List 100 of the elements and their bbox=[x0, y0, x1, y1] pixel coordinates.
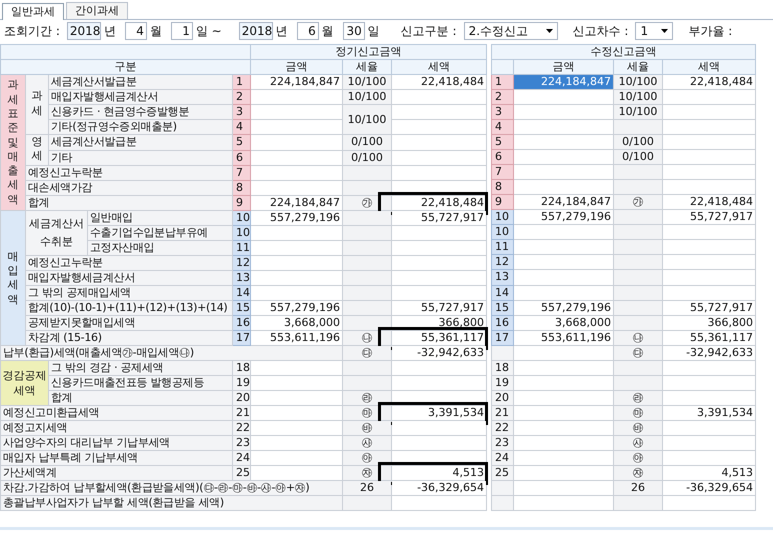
row-number: 21 bbox=[492, 405, 514, 420]
amount-cell: 557,279,196 bbox=[250, 210, 342, 226]
caret-icon bbox=[661, 29, 668, 33]
rate-cell: 10/100 bbox=[614, 74, 663, 90]
report-sequence-dropdown[interactable]: 1 bbox=[635, 22, 674, 40]
row-label: 예정고지세액 bbox=[0, 420, 232, 436]
report-type-label: 신고구분 : bbox=[400, 22, 457, 40]
rate-cell: ㉱ bbox=[614, 390, 663, 406]
input-field[interactable]: 30 bbox=[342, 22, 365, 40]
row-number: 10 bbox=[492, 224, 514, 240]
row-number: 16 bbox=[492, 315, 514, 330]
row-label: 기타 bbox=[48, 150, 232, 166]
column-header: 금액 bbox=[250, 60, 342, 74]
row-number: 2 bbox=[492, 90, 514, 105]
input-field[interactable]: 1 bbox=[170, 22, 193, 40]
tax-cell: 366,800 bbox=[662, 315, 756, 330]
section-label: 경감공제세액 bbox=[0, 360, 48, 406]
rate-cell: ㉰ bbox=[614, 345, 663, 360]
tax-cell: 22,418,484 bbox=[392, 74, 487, 90]
row-label: 차감계 (15-16) bbox=[26, 330, 232, 346]
tax-cell: 4,513 bbox=[662, 465, 756, 480]
tab[interactable]: 간이과세 bbox=[66, 2, 128, 19]
amount-cell: 224,184,847 bbox=[250, 196, 342, 211]
input-field[interactable]: 2018 bbox=[238, 22, 273, 40]
amount-cell[interactable]: 557,279,196 bbox=[514, 210, 614, 225]
row-label: 공제받지못할매입세액 bbox=[26, 316, 232, 331]
row-number: 13 bbox=[492, 270, 514, 285]
row-number: 24 bbox=[492, 450, 514, 466]
row-label: 총괄납부사업자가 납부할 세액(환급받을 세액) bbox=[0, 496, 342, 511]
tax-cell: 22,418,484 bbox=[662, 74, 756, 90]
row-number: 3 bbox=[492, 104, 514, 120]
amount-cell: 553,611,196 bbox=[250, 330, 342, 346]
row-label: 대손세액가감 bbox=[26, 180, 232, 196]
row-number: 15 bbox=[492, 300, 514, 316]
unit-label: 일 ~ bbox=[196, 22, 222, 40]
row-number: 4 bbox=[492, 120, 514, 135]
rate-cell: 10/100 bbox=[614, 90, 663, 105]
unit-label: 월 bbox=[322, 22, 334, 40]
row-label: 매입자발행세금계산서 bbox=[48, 90, 232, 104]
column-header: 금액 bbox=[514, 60, 614, 75]
rate-cell: 10/100 bbox=[614, 104, 663, 120]
rate-cell: 26 bbox=[614, 480, 663, 496]
row-number: 12 bbox=[492, 254, 514, 270]
rate-cell: 0/100 bbox=[342, 150, 392, 166]
row-number: 22 bbox=[492, 420, 514, 436]
row-number: 14 bbox=[492, 285, 514, 300]
row-label: 수출기업수입분납부유예 bbox=[88, 226, 232, 241]
amount-cell[interactable]: 553,611,196 bbox=[514, 330, 614, 346]
column-header: 세율 bbox=[342, 60, 392, 74]
unit-label: 일 bbox=[368, 22, 380, 40]
section-label: 과세표준및매출세액 bbox=[0, 74, 26, 211]
row-label: 그 밖의 경감 · 공제세액 bbox=[48, 360, 232, 376]
amount-cell[interactable]: 3,668,000 bbox=[514, 315, 614, 330]
amount-cell[interactable]: 224,184,847 bbox=[514, 74, 614, 90]
rate-cell: 0/100 bbox=[342, 134, 392, 150]
row-label: 매입자 납부특례 기납부세액 bbox=[0, 450, 232, 466]
input-field[interactable]: 2018 bbox=[66, 22, 101, 40]
row-label: 차감.가감하여 납부할세액(환급받을세액)(㉰-㉱-㉲-㉳-㉴-㉵+㉶) bbox=[0, 480, 342, 496]
row-number: 25 bbox=[492, 465, 514, 480]
row-label: 신용카드 · 현금영수증발행분 bbox=[48, 104, 232, 120]
input-field[interactable]: 6 bbox=[296, 22, 319, 40]
row-label: 기타(정규영수증외매출분) bbox=[48, 120, 232, 134]
rate-cell: 10/100 bbox=[342, 74, 392, 90]
row-label: 합계(10)-(10-1)+(11)+(12)+(13)+(14) bbox=[26, 300, 232, 316]
row-number: 17 bbox=[492, 330, 514, 346]
rate-cell: ㉳ bbox=[614, 420, 663, 436]
row-number: 10 bbox=[492, 210, 514, 225]
amount-cell[interactable]: 224,184,847 bbox=[514, 194, 614, 210]
row-label: 예정신고누락분 bbox=[26, 256, 232, 271]
group-label: 세금계산서 수취분 bbox=[26, 210, 88, 256]
row-label: 세금계산서발급분 bbox=[48, 74, 232, 90]
tab[interactable]: 일반과세 bbox=[2, 3, 64, 20]
row-label: 그 밖의 공제매입세액 bbox=[26, 286, 232, 301]
vat-rate-label: 부가율 : bbox=[688, 22, 732, 40]
row-label: 예정신고미환급세액 bbox=[0, 406, 232, 421]
tax-cell: 55,727,917 bbox=[392, 210, 487, 226]
report-type-dropdown[interactable]: 2.수정신고 bbox=[464, 22, 558, 40]
row-label: 매입자발행세금계산서 bbox=[26, 270, 232, 286]
rate-cell: ㉳ bbox=[342, 420, 392, 436]
rate-cell: 0/100 bbox=[614, 150, 663, 165]
row-label: 합계 bbox=[26, 196, 232, 211]
row-number: 18 bbox=[492, 360, 514, 376]
rate-cell: 0/100 bbox=[614, 134, 663, 150]
rate-cell: ㉮ bbox=[614, 194, 663, 210]
tax-cell: -36,329,654 bbox=[392, 480, 487, 496]
tax-cell: 55,727,917 bbox=[662, 300, 756, 316]
amount-cell: 224,184,847 bbox=[250, 74, 342, 90]
rate-cell: 10/100 bbox=[342, 104, 392, 134]
row-label: 납부(환급)세액(매출세액㉮-매입세액㉯) bbox=[0, 346, 342, 361]
report-sequence-label: 신고차수 : bbox=[572, 22, 628, 40]
row-number: 11 bbox=[492, 240, 514, 255]
group-label: 과세 bbox=[26, 74, 48, 134]
amount-cell[interactable]: 557,279,196 bbox=[514, 300, 614, 316]
row-label: 예정신고누락분 bbox=[26, 166, 232, 181]
column-header: 세액 bbox=[392, 60, 487, 74]
input-field[interactable]: 4 bbox=[124, 22, 147, 40]
column-header: 정기신고금액 bbox=[250, 44, 487, 60]
tax-cell: 55,727,917 bbox=[392, 300, 487, 316]
group-label: 영세 bbox=[26, 134, 48, 166]
row-label: 고정자산매입 bbox=[88, 240, 232, 256]
